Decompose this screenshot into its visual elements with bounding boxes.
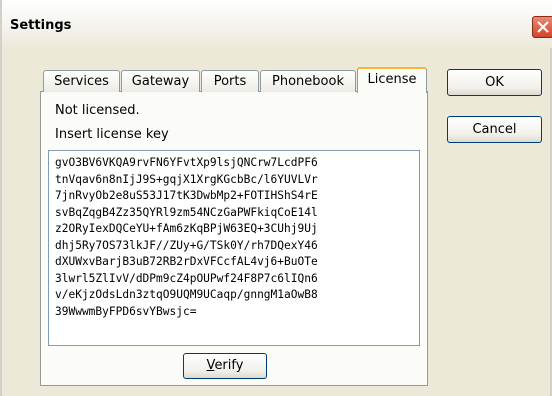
close-button[interactable] (532, 16, 552, 38)
cancel-button[interactable]: Cancel (447, 116, 542, 143)
tab-license[interactable]: License (357, 67, 427, 93)
title-bar: Settings (2, 0, 552, 48)
license-key-label: Insert license key (55, 127, 169, 142)
window-title: Settings (10, 18, 72, 33)
tab-services[interactable]: Services (43, 70, 120, 92)
tab-gateway[interactable]: Gateway (121, 70, 200, 92)
license-key-textarea[interactable]: gvO3BV6VKQA9rvFN6YFvtXp9lsjQNCrw7LcdPF6 … (48, 150, 420, 346)
close-icon (537, 21, 549, 33)
verify-button[interactable]: Verify (183, 353, 267, 379)
tab-ports[interactable]: Ports (201, 70, 259, 92)
license-status: Not licensed. (55, 103, 140, 118)
verify-label: erify (214, 358, 244, 373)
ok-button[interactable]: OK (447, 69, 542, 96)
settings-window: Settings Services Gateway Ports Phoneboo… (0, 0, 552, 396)
tab-phonebook[interactable]: Phonebook (260, 70, 356, 92)
